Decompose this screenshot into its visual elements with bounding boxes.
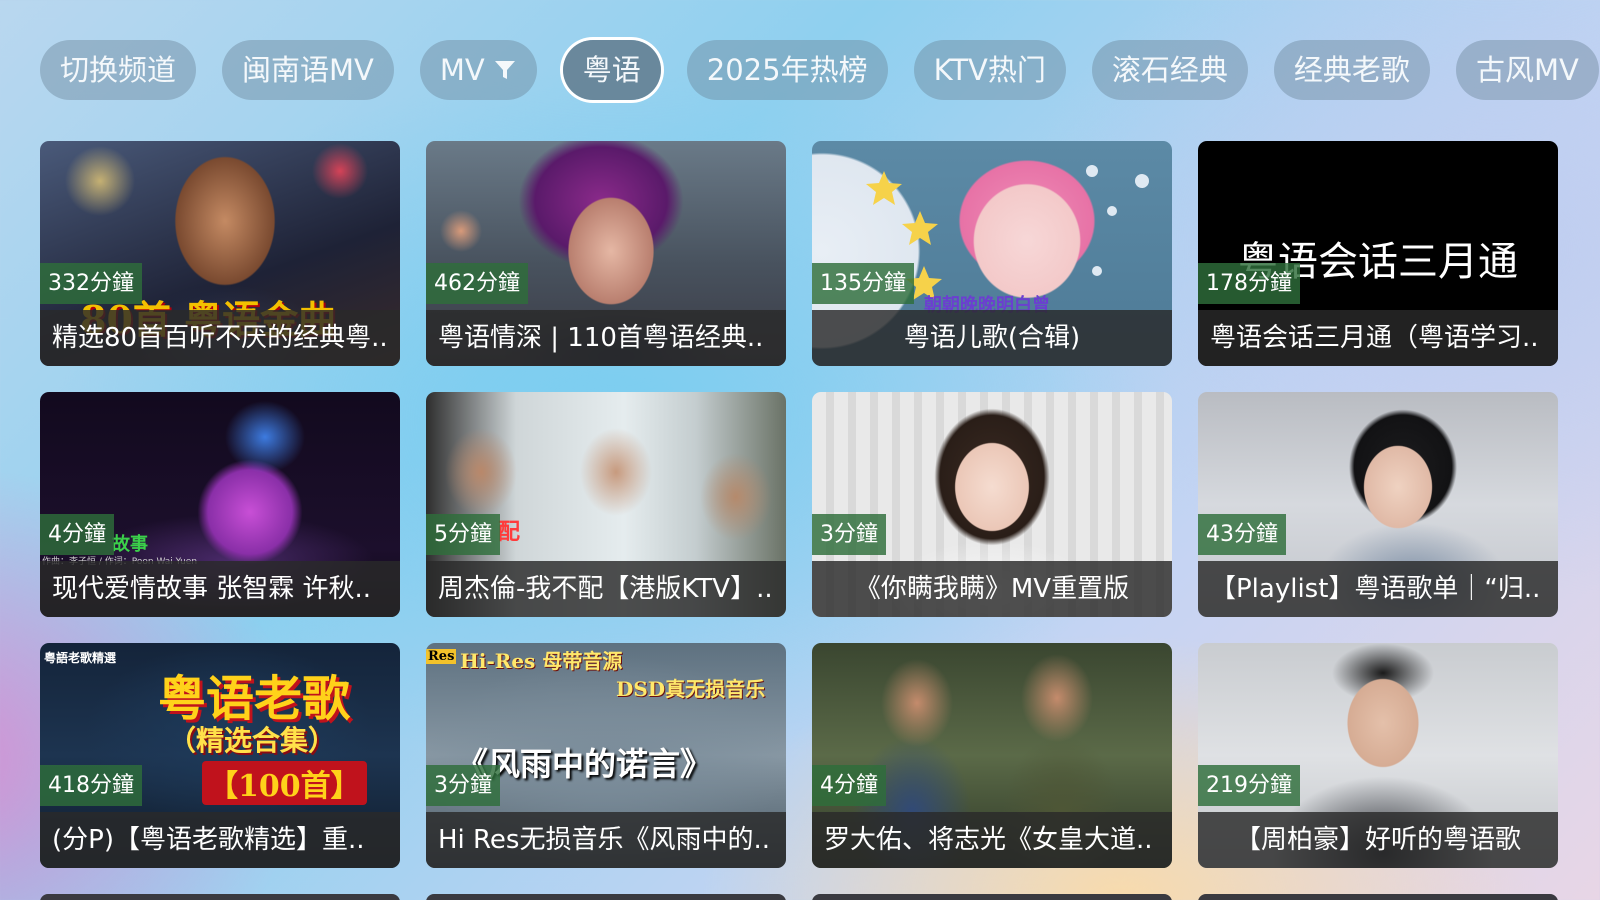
- chip-rock-records-classic[interactable]: 滚石经典: [1091, 40, 1248, 100]
- video-card[interactable]: 4分鐘 罗大佑、将志光《女皇大道..: [812, 643, 1172, 868]
- video-card-peek[interactable]: [1198, 894, 1558, 900]
- chip-label: 2025年热榜: [706, 53, 868, 87]
- video-title: (分P)【粤语老歌精选】重..: [40, 812, 400, 868]
- video-card[interactable]: 80首 粤语金曲 332分鐘 精选80首百听不厌的经典粤..: [40, 141, 400, 366]
- thumbnail-overlay-text: 故事: [112, 534, 148, 555]
- video-card[interactable]: 3分鐘 《你瞒我瞒》MV重置版: [812, 392, 1172, 617]
- duration-badge: 462分鐘: [426, 263, 528, 304]
- video-card[interactable]: 43分鐘 【Playlist】粤语歌单｜“归..: [1198, 392, 1558, 617]
- category-bar: 切换频道 闽南语MV MV 粤语 2025年热榜 KTV热门 滚石经典 经典老歌…: [40, 40, 1599, 100]
- chip-ktv-hot[interactable]: KTV热门: [913, 40, 1066, 100]
- filter-icon: [494, 61, 515, 79]
- chip-classic-oldies[interactable]: 经典老歌: [1273, 40, 1430, 100]
- chip-2025-chart[interactable]: 2025年热榜: [686, 40, 888, 100]
- chip-label: 闽南语MV: [242, 53, 374, 87]
- thumbnail-corner-text: 粤語老歌精選: [44, 651, 117, 665]
- duration-badge: 5分鐘: [426, 514, 500, 555]
- video-card[interactable]: 粤语会话三月通 178分鐘 粤语会话三月通（粤语学习..: [1198, 141, 1558, 366]
- chip-label: 切换频道: [60, 53, 177, 87]
- video-title: 《你瞒我瞒》MV重置版: [812, 561, 1172, 617]
- video-title: Hi Res无损音乐《风雨中的..: [426, 812, 786, 868]
- duration-badge: 4分鐘: [40, 514, 114, 555]
- duration-badge: 219分鐘: [1198, 765, 1300, 806]
- video-card[interactable]: 219分鐘 【周柏豪】好听的粤语歌: [1198, 643, 1558, 868]
- chip-minnan-mv[interactable]: 闽南语MV: [222, 40, 394, 100]
- chip-label: 滚石经典: [1111, 53, 1228, 87]
- chip-label: 经典老歌: [1293, 53, 1410, 87]
- video-card-peek[interactable]: [812, 894, 1172, 900]
- chip-cantonese[interactable]: 粤语: [562, 40, 661, 100]
- video-card-peek[interactable]: [426, 894, 786, 900]
- chip-label: 古风MV: [1475, 53, 1579, 87]
- duration-badge: 332分鐘: [40, 263, 142, 304]
- duration-badge: 43分鐘: [1198, 514, 1286, 555]
- video-title: 粤语儿歌(合辑): [812, 310, 1172, 366]
- duration-badge: 3分鐘: [426, 765, 500, 806]
- video-title: 【周柏豪】好听的粤语歌: [1198, 812, 1558, 868]
- video-grid: 80首 粤语金曲 332分鐘 精选80首百听不厌的经典粤.. 462分鐘 粤语情…: [40, 141, 1558, 868]
- duration-badge: 3分鐘: [812, 514, 886, 555]
- duration-badge: 4分鐘: [812, 765, 886, 806]
- video-title: 粤语情深 | 110首粤语经典..: [426, 310, 786, 366]
- video-title: 【Playlist】粤语歌单｜“归..: [1198, 561, 1558, 617]
- chip-label: 粤语: [582, 53, 641, 87]
- video-title: 罗大佑、将志光《女皇大道..: [812, 812, 1172, 868]
- duration-badge: 418分鐘: [40, 765, 142, 806]
- hi-res-badge: Res: [426, 649, 457, 664]
- thumbnail-subtitle-text: （精选合集）: [168, 724, 337, 757]
- video-card[interactable]: 配 5分鐘 周杰倫-我不配【港版KTV】..: [426, 392, 786, 617]
- video-card[interactable]: 朝朝晚晚明白曾 135分鐘 粤语儿歌(合辑): [812, 141, 1172, 366]
- video-card[interactable]: 462分鐘 粤语情深 | 110首粤语经典..: [426, 141, 786, 366]
- chip-label: KTV热门: [933, 53, 1046, 87]
- duration-badge: 178分鐘: [1198, 263, 1300, 304]
- video-card-peek[interactable]: [40, 894, 400, 900]
- video-title: 粤语会话三月通（粤语学习..: [1198, 310, 1558, 366]
- video-title: 周杰倫-我不配【港版KTV】..: [426, 561, 786, 617]
- thumbnail-overlay-text: 配: [498, 519, 521, 545]
- thumbnail-subtitle-text: DSD真无损音乐: [616, 677, 766, 701]
- chip-ancient-style-mv[interactable]: 古风MV: [1455, 40, 1599, 100]
- video-title: 现代爱情故事 张智霖 许秋..: [40, 561, 400, 617]
- video-title: 精选80首百听不厌的经典粤..: [40, 310, 400, 366]
- video-card[interactable]: Res Hi-Res 母带音源 DSD真无损音乐 《风雨中的诺言》 3分鐘 Hi…: [426, 643, 786, 868]
- chip-mv-filter[interactable]: MV: [419, 40, 537, 100]
- thumbnail-count-text: 【100首】: [202, 761, 367, 805]
- chip-switch-channel[interactable]: 切换频道: [40, 40, 197, 100]
- chip-label: MV: [439, 53, 485, 87]
- video-card[interactable]: 故事 作曲：李子恒 / 作词：Poon Wai Yuen 4分鐘 现代爱情故事 …: [40, 392, 400, 617]
- duration-badge: 135分鐘: [812, 263, 914, 304]
- video-card[interactable]: 粤語老歌精選 粤语老歌 （精选合集） 【100首】 418分鐘 (分P)【粤语老…: [40, 643, 400, 868]
- next-row-peek: [40, 894, 1558, 900]
- thumbnail-overlay-text: Hi-Res 母带音源: [460, 649, 623, 673]
